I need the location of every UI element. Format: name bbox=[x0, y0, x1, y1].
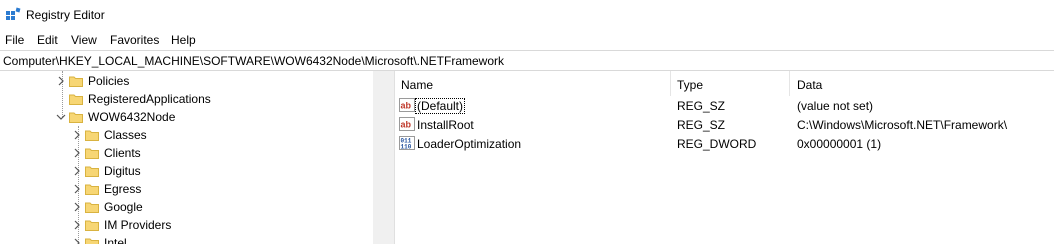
folder-icon bbox=[85, 130, 99, 141]
value-data: (value not set) bbox=[797, 99, 874, 113]
menu-edit[interactable]: Edit bbox=[37, 33, 58, 47]
menu-favorites[interactable]: Favorites bbox=[110, 33, 159, 47]
folder-icon bbox=[85, 148, 99, 159]
column-header-type[interactable]: Type bbox=[677, 78, 703, 92]
column-divider[interactable] bbox=[789, 71, 790, 96]
value-type: REG_SZ bbox=[677, 99, 726, 113]
list-header: Name Type Data bbox=[395, 71, 1056, 96]
tree-item-label: Digitus bbox=[104, 164, 141, 178]
tree-item-label: Google bbox=[104, 200, 143, 214]
string-value-icon: ab bbox=[399, 117, 415, 131]
tree-item-label: Clients bbox=[104, 146, 141, 160]
tree-item-label: Intel bbox=[104, 236, 127, 244]
svg-text:110: 110 bbox=[401, 144, 412, 151]
tree-item-label: Egress bbox=[104, 182, 142, 196]
chevron-right-icon[interactable] bbox=[71, 183, 83, 195]
string-value-icon: ab bbox=[399, 98, 415, 112]
folder-open-icon bbox=[69, 112, 83, 123]
menu-view[interactable]: View bbox=[71, 33, 97, 47]
folder-icon bbox=[85, 220, 99, 231]
folder-icon bbox=[85, 166, 99, 177]
value-name: InstallRoot bbox=[417, 118, 474, 132]
chevron-right-icon[interactable] bbox=[71, 237, 83, 244]
chevron-right-icon[interactable] bbox=[71, 147, 83, 159]
table-row[interactable]: 011 110 LoaderOptimization REG_DWORD 0x0… bbox=[395, 134, 1056, 153]
chevron-down-icon[interactable] bbox=[55, 111, 67, 123]
key-tree[interactable]: Policies RegisteredApplications WOW6432N… bbox=[0, 71, 373, 244]
folder-icon bbox=[69, 94, 83, 105]
tree-item-label: IM Providers bbox=[104, 218, 172, 232]
value-name: LoaderOptimization bbox=[417, 137, 522, 151]
folder-icon bbox=[85, 202, 99, 213]
value-type: REG_SZ bbox=[677, 118, 726, 132]
value-data: C:\Windows\Microsoft.NET\Framework\ bbox=[797, 118, 1008, 132]
value-type: REG_DWORD bbox=[677, 137, 757, 151]
menu-help[interactable]: Help bbox=[171, 33, 196, 47]
chevron-right-icon[interactable] bbox=[71, 219, 83, 231]
column-divider[interactable] bbox=[670, 71, 671, 96]
chevron-right-icon[interactable] bbox=[71, 129, 83, 141]
tree-item-label: Policies bbox=[88, 74, 130, 88]
menu-file[interactable]: File bbox=[5, 33, 24, 47]
column-header-data[interactable]: Data bbox=[797, 78, 822, 92]
folder-icon bbox=[69, 76, 83, 87]
binary-value-icon: 011 110 bbox=[399, 136, 415, 150]
chevron-right-icon[interactable] bbox=[71, 201, 83, 213]
window-title: Registry Editor bbox=[26, 8, 105, 22]
folder-icon bbox=[85, 184, 99, 195]
value-name: (Default) bbox=[414, 98, 466, 114]
chevron-right-icon[interactable] bbox=[55, 75, 67, 87]
tree-item-label: RegisteredApplications bbox=[88, 92, 211, 106]
chevron-right-icon[interactable] bbox=[71, 165, 83, 177]
svg-text:ab: ab bbox=[401, 120, 412, 130]
column-header-name[interactable]: Name bbox=[401, 78, 433, 92]
tree-item-label: WOW6432Node bbox=[88, 110, 176, 124]
registry-editor-icon bbox=[6, 7, 21, 20]
folder-icon bbox=[85, 238, 99, 244]
address-path[interactable]: Computer\HKEY_LOCAL_MACHINE\SOFTWARE\WOW… bbox=[3, 54, 504, 68]
tree-item-label: Classes bbox=[104, 128, 147, 142]
svg-text:ab: ab bbox=[401, 101, 412, 111]
title-bar: Registry Editor bbox=[0, 0, 1056, 30]
values-list[interactable]: Name Type Data ab (Default) REG_SZ (valu… bbox=[395, 71, 1056, 244]
tree-vertical-scrollbar[interactable] bbox=[373, 71, 390, 244]
table-row[interactable]: ab InstallRoot REG_SZ C:\Windows\Microso… bbox=[395, 115, 1056, 134]
table-row[interactable]: ab (Default) REG_SZ (value not set) bbox=[395, 96, 1056, 115]
address-bar[interactable]: Computer\HKEY_LOCAL_MACHINE\SOFTWARE\WOW… bbox=[0, 50, 1054, 71]
value-data: 0x00000001 (1) bbox=[797, 137, 882, 151]
menu-bar: File Edit View Favorites Help bbox=[0, 31, 1056, 49]
